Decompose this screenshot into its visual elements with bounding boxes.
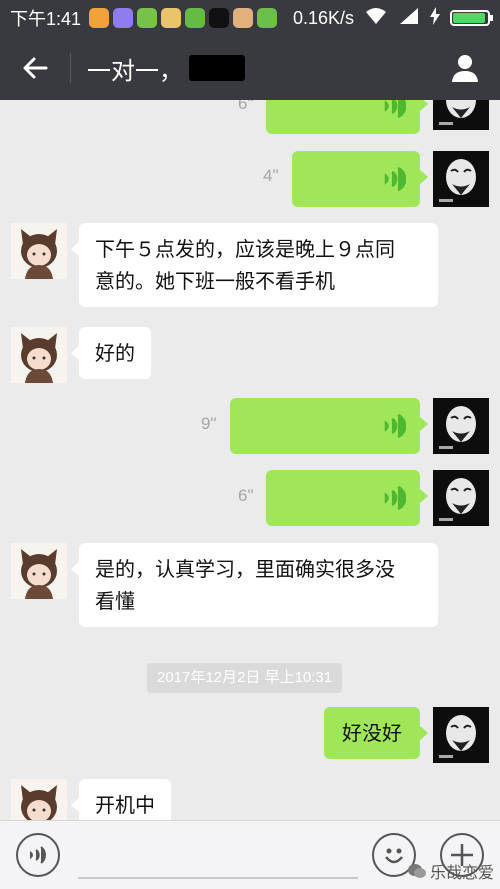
battery-icon bbox=[450, 10, 493, 26]
message-line: 是的，认真学习，里面确实很多没 bbox=[95, 557, 395, 581]
chat-title: 一对一， bbox=[87, 51, 245, 86]
voice-duration: 9" bbox=[201, 414, 217, 433]
contact-avatar[interactable] bbox=[11, 779, 67, 820]
watermark: 乐哉恋爱 bbox=[407, 859, 494, 883]
person-icon bbox=[452, 55, 478, 82]
my-avatar[interactable] bbox=[433, 100, 489, 130]
chat-header: 一对一， bbox=[0, 36, 500, 100]
message-line: 好没好 bbox=[342, 721, 402, 745]
app-notification-icon bbox=[233, 8, 254, 28]
battery-level bbox=[453, 13, 486, 23]
back-button[interactable] bbox=[0, 36, 70, 100]
wifi-icon bbox=[364, 7, 388, 30]
voice-duration: 4" bbox=[263, 166, 279, 185]
voice-message-bubble[interactable] bbox=[230, 398, 428, 454]
app-notification-icon bbox=[185, 8, 206, 28]
voice-wave-icon bbox=[384, 166, 406, 192]
app-notification-icon bbox=[257, 8, 278, 28]
watermark-text: 乐哉恋爱 bbox=[429, 863, 494, 882]
message-line: 好的 bbox=[95, 341, 135, 365]
app-notification-icon bbox=[113, 8, 134, 28]
chat-info-button[interactable] bbox=[430, 36, 500, 100]
text-message-bubble[interactable]: 好的 bbox=[71, 327, 151, 379]
text-message-bubble[interactable]: 好没好 bbox=[324, 707, 428, 759]
voice-mode-button[interactable] bbox=[16, 833, 60, 877]
chat-title-text: 一对一， bbox=[87, 56, 183, 85]
voice-message-bubble[interactable] bbox=[292, 151, 428, 207]
app-notification-icon bbox=[161, 8, 182, 28]
voice-wave-icon bbox=[384, 100, 406, 119]
text-message-bubble[interactable]: 下午５点发的，应该是晚上９点同 意的。她下班一般不看手机 bbox=[71, 223, 438, 307]
contact-avatar[interactable] bbox=[11, 327, 67, 383]
my-avatar[interactable] bbox=[433, 470, 489, 526]
app-notification-icon bbox=[89, 8, 110, 28]
voice-wave-icon bbox=[384, 413, 406, 439]
status-time: 下午1:41 bbox=[10, 9, 82, 29]
app-notification-icon bbox=[209, 8, 230, 28]
chat-timestamp: 2017年12月2日 早上10:31 bbox=[147, 663, 343, 693]
status-bar: 下午1:41 0.16K/s bbox=[0, 0, 500, 36]
arrow-left-icon bbox=[23, 57, 48, 79]
message-list[interactable]: 6" 4" 下午５点发的，应该是晚上９点同 意的。她下班一般不看手机 好的 9"… bbox=[0, 100, 500, 820]
message-input[interactable] bbox=[78, 877, 358, 879]
voice-mode-icon bbox=[30, 846, 46, 864]
redacted-name bbox=[189, 55, 245, 81]
text-message-bubble[interactable]: 是的，认真学习，里面确实很多没 看懂 bbox=[71, 543, 438, 627]
voice-duration: 6" bbox=[238, 100, 254, 113]
my-avatar[interactable] bbox=[433, 151, 489, 207]
message-line: 意的。她下班一般不看手机 bbox=[95, 269, 335, 293]
message-line: 开机中 bbox=[95, 793, 155, 817]
contact-avatar[interactable] bbox=[11, 543, 67, 599]
message-line: 看懂 bbox=[95, 589, 135, 613]
contact-avatar[interactable] bbox=[11, 223, 67, 279]
wechat-logo-icon bbox=[407, 864, 426, 878]
header-divider bbox=[70, 53, 71, 83]
voice-duration: 6" bbox=[238, 486, 254, 505]
status-right: 0.16K/s bbox=[292, 6, 493, 30]
message-line: 下午５点发的，应该是晚上９点同 bbox=[95, 237, 395, 261]
notification-icons bbox=[89, 8, 278, 28]
charging-icon bbox=[430, 6, 440, 30]
input-bar: 乐哉恋爱 bbox=[0, 820, 500, 889]
network-speed: 0.16K/s bbox=[292, 7, 354, 28]
text-message-bubble[interactable]: 开机中 bbox=[71, 779, 171, 820]
voice-message-bubble[interactable] bbox=[266, 100, 428, 134]
my-avatar[interactable] bbox=[433, 398, 489, 454]
signal-icon bbox=[398, 7, 420, 30]
voice-wave-icon bbox=[384, 485, 406, 511]
my-avatar[interactable] bbox=[433, 707, 489, 763]
emoji-icon bbox=[385, 848, 403, 864]
voice-message-bubble[interactable] bbox=[266, 470, 428, 526]
app-notification-icon bbox=[137, 8, 158, 28]
